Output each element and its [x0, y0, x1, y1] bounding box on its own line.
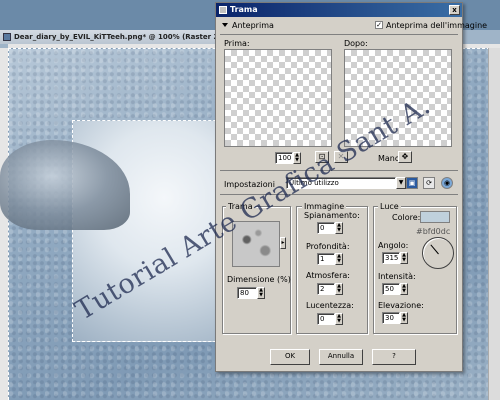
light-color-hex: #bfd0dc [416, 227, 451, 236]
randomize-icon[interactable]: ◉ [441, 177, 453, 189]
intensity-field[interactable]: 50 [382, 283, 400, 295]
ruler-left [0, 48, 8, 400]
ambience-label: Atmosfera: [306, 271, 350, 280]
preview-image-checkbox[interactable]: ✓ [375, 21, 383, 29]
texture-swatch[interactable] [232, 221, 280, 267]
ambience-field[interactable]: 2 [317, 283, 335, 295]
dialog-title: Trama [230, 5, 258, 14]
depth-spinner[interactable]: ▲ ▼ [335, 253, 343, 265]
elevation-field[interactable]: 30 [382, 312, 400, 324]
presets-label: Impostazioni [224, 180, 275, 189]
zoom-disabled-button[interactable]: ✕ [334, 151, 348, 163]
preview-image-label: Anteprima dell'immagine [386, 21, 488, 30]
depth-label: Profondità: [306, 242, 350, 251]
size-field[interactable]: 80 [237, 287, 257, 299]
angle-needle [430, 244, 439, 255]
after-label: Dopo: [344, 39, 368, 48]
angle-dial[interactable] [422, 237, 454, 269]
help-button[interactable]: ? [372, 349, 416, 365]
cancel-button[interactable]: Annulla [319, 349, 363, 365]
shininess-spinner[interactable]: ▲ ▼ [335, 313, 343, 325]
collapse-arrow-icon[interactable] [222, 23, 228, 27]
zoom-fit-button[interactable]: ⊡ [315, 151, 329, 163]
intensity-label: Intensità: [378, 272, 416, 281]
smoothing-label: Spianamento: [304, 211, 360, 220]
divider [220, 34, 458, 35]
image-group-title: Immagine [302, 202, 347, 211]
angle-field[interactable]: 315 [382, 252, 400, 264]
dialog-app-icon [219, 6, 227, 14]
after-preview [344, 49, 452, 147]
presets-combo[interactable]: Ultimo utilizzo [286, 177, 396, 189]
before-label: Prima: [224, 39, 250, 48]
save-preset-icon[interactable]: ▣ [406, 177, 418, 189]
divider [220, 194, 458, 195]
size-spinner[interactable]: ▲ ▼ [257, 287, 265, 299]
image-window-title: Dear_diary_by_EVIL_KiTTeeh.png* @ 100% (… [14, 33, 220, 41]
ambience-spinner[interactable]: ▲ ▼ [335, 283, 343, 295]
zoom-spinner[interactable]: ▲ ▼ [293, 152, 301, 164]
anteprima-label[interactable]: Anteprima [232, 21, 274, 30]
presets-dropdown-arrow[interactable]: ▼ [396, 177, 406, 189]
zoom-field[interactable]: 100 [275, 152, 293, 164]
vertical-scrollbar[interactable] [488, 48, 500, 400]
preview-toggle-row: Anteprima ✓ Anteprima dell'immagine [220, 20, 487, 32]
shininess-field[interactable]: 0 [317, 313, 335, 325]
texture-dialog: Trama x Anteprima ✓ Anteprima dell'immag… [215, 2, 487, 372]
size-label: Dimensione (%) [227, 275, 291, 284]
angle-label: Angolo: [378, 241, 409, 250]
smoothing-spinner[interactable]: ▲ ▼ [335, 222, 343, 234]
divider [220, 170, 458, 171]
depth-field[interactable]: 1 [317, 253, 335, 265]
shininess-label: Lucentezza: [306, 301, 354, 310]
ok-button[interactable]: OK [270, 349, 310, 365]
light-color-swatch[interactable] [420, 211, 450, 223]
elevation-label: Elevazione: [378, 301, 424, 310]
elevation-spinner[interactable]: ▲ ▼ [400, 312, 408, 324]
before-preview[interactable] [224, 49, 332, 147]
image-window-titlebar[interactable]: Dear_diary_by_EVIL_KiTTeeh.png* @ 100% (… [0, 30, 220, 44]
color-label: Colore: [392, 213, 421, 222]
intensity-spinner[interactable]: ▲ ▼ [400, 283, 408, 295]
image-document-icon [3, 33, 11, 41]
close-button[interactable]: x [449, 5, 460, 15]
texture-group-title: Trama [226, 202, 255, 211]
smoothing-field[interactable]: 0 [317, 222, 335, 234]
light-group-title: Luce [378, 202, 401, 211]
hand-move-button[interactable]: ✥ [398, 151, 412, 163]
dialog-titlebar[interactable]: Trama x [216, 3, 462, 17]
texture-picker-arrow[interactable]: ▸ [280, 237, 286, 249]
angle-spinner[interactable]: ▲ ▼ [400, 252, 408, 264]
reset-preset-icon[interactable]: ⟳ [423, 177, 435, 189]
